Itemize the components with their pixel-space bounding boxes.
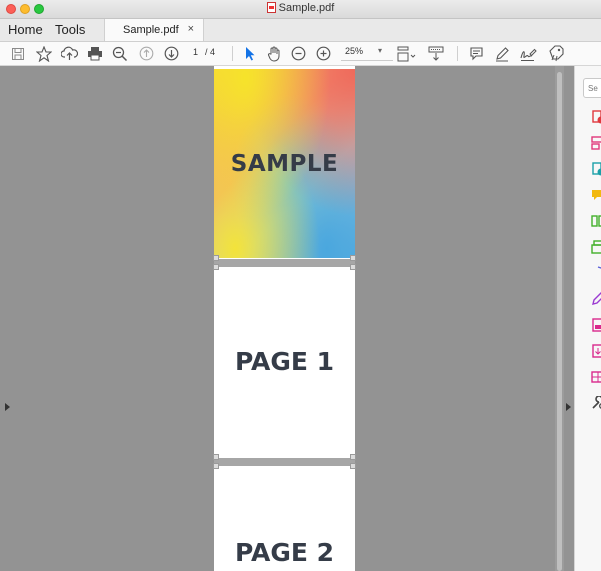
window-titlebar: Sample.pdf [0,0,601,19]
left-panel-toggle-icon[interactable] [5,403,10,411]
zoom-underline [341,60,393,61]
scroll-mode-button[interactable] [427,45,445,62]
combine-files-icon[interactable] [591,214,601,228]
save-button[interactable] [10,45,26,62]
tab-bar: Home Tools Sample.pdf × [0,19,601,42]
arrow-up-circle-icon [139,46,153,61]
tab-document-label: Sample.pdf [123,24,179,36]
printer-icon [88,47,102,61]
crop-mark [350,454,356,460]
stamp-button[interactable] [547,45,565,62]
zoom-level-select[interactable]: 25% ▾ [341,46,393,61]
tools-pane: Se [574,66,601,571]
magnifier-minus-icon [112,46,128,61]
hand-tool-button[interactable] [265,45,283,62]
highlight-button[interactable] [493,45,511,62]
window-title: Sample.pdf [0,2,601,14]
right-panel-toggle-icon[interactable] [566,403,571,411]
tools-search-input[interactable]: Se [583,78,601,98]
page-number-input[interactable]: 1 [193,47,198,57]
zoom-level-value: 25% [345,46,364,56]
page-cover-text: SAMPLE [230,150,339,177]
toolbar-divider [232,46,233,61]
keyboard-scroll-icon [428,46,444,61]
zoom-in-button[interactable] [314,45,332,62]
arrow-down-circle-icon [164,46,178,61]
crop-mark [350,463,356,469]
zoom-out-button[interactable] [289,45,307,62]
select-tool-button[interactable] [243,45,257,62]
plus-circle-icon [316,46,330,61]
toolbar-divider [457,46,458,61]
cursor-arrow-icon [246,47,255,61]
sign-button[interactable] [518,45,538,62]
print-button[interactable] [86,45,104,62]
speech-bubble-icon [469,47,483,61]
crop-mark [213,454,219,460]
next-page-button[interactable] [162,45,180,62]
minus-circle-icon [291,46,305,61]
edit-pdf-icon[interactable] [591,136,601,150]
page-cover: SAMPLE [214,69,355,258]
crop-mark [350,255,356,261]
page-2-text: PAGE 2 [234,538,335,567]
chevron-down-icon: ▾ [378,46,383,55]
pdf-file-icon [266,2,276,13]
cloud-upload-icon [60,46,78,60]
window-title-text: Sample.pdf [278,2,335,14]
document-viewer[interactable]: SAMPLE PAGE 1 PAGE 2 [0,66,574,571]
crop-mark [213,264,219,270]
send-for-signature-icon[interactable] [591,318,601,332]
comment-button[interactable] [467,45,485,62]
tab-tools[interactable]: Tools [55,22,85,37]
crop-mark [213,463,219,469]
upload-button[interactable] [60,45,78,62]
toolbar: 1 / 4 25% ▾ [0,42,601,66]
scrollbar-thumb[interactable] [557,72,562,571]
save-icon [12,47,24,60]
bookmark-button[interactable] [35,45,53,62]
create-pdf-icon[interactable] [591,110,601,124]
zoom-out-search-button[interactable] [111,45,129,62]
fit-page-button[interactable] [395,45,417,62]
comment-icon[interactable] [591,188,601,202]
page-1-text: PAGE 1 [234,347,335,376]
hand-icon [267,46,280,62]
page-2: PAGE 2 [214,465,355,571]
previous-page-button[interactable] [137,45,155,62]
pen-icon [496,46,509,61]
signature-icon [520,48,537,61]
tab-home[interactable]: Home [8,22,43,37]
protect-icon[interactable] [591,266,601,280]
send-file-icon[interactable] [591,344,601,358]
page-total: / 4 [205,47,216,57]
page-fit-icon [397,46,416,61]
page-column: SAMPLE PAGE 1 PAGE 2 [213,66,356,571]
export-pdf-icon[interactable] [591,162,601,176]
more-tools-icon[interactable] [591,396,601,410]
page-1: PAGE 1 [214,266,355,457]
rich-media-icon[interactable] [591,370,601,384]
crop-mark [213,255,219,261]
fill-sign-icon[interactable] [591,292,601,306]
close-tab-icon[interactable]: × [188,23,194,35]
tab-document[interactable]: Sample.pdf × [104,19,204,41]
star-icon [36,45,52,62]
tag-stamp-icon [548,45,564,62]
organize-pages-icon[interactable] [591,240,601,254]
crop-mark [350,264,356,270]
